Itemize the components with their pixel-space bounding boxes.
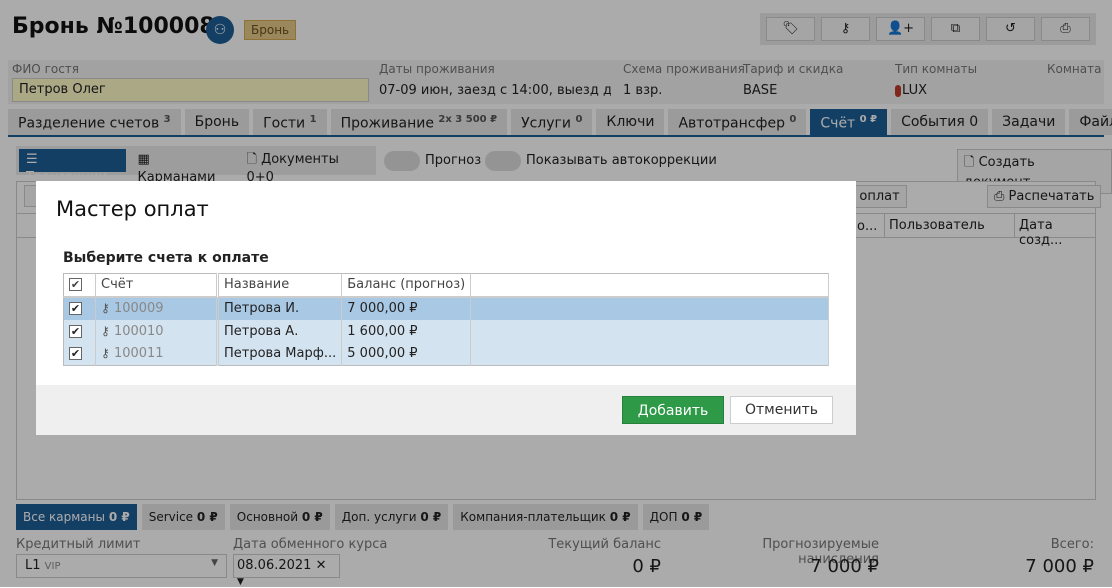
- dialog-title: Мастер оплат: [56, 197, 209, 221]
- cancel-button[interactable]: Отменить: [730, 396, 833, 424]
- add-button[interactable]: Добавить: [622, 396, 724, 424]
- payment-master-dialog: Мастер оплат Выберите счета к оплате ✔ С…: [36, 181, 856, 435]
- accounts-table: ✔ Счёт Название Баланс (прогноз) ✔ ⚷ 100…: [63, 273, 829, 366]
- table-row[interactable]: ✔ ⚷ 100011 Петрова Марф... 5 000,00 ₽: [63, 342, 829, 366]
- row-checkbox[interactable]: ✔: [69, 324, 82, 338]
- table-row[interactable]: ✔ ⚷ 100009 Петрова И. 7 000,00 ₽: [63, 296, 829, 320]
- table-row[interactable]: ✔ ⚷ 100010 Петрова А. 1 600,00 ₽: [63, 319, 829, 343]
- key-icon: ⚷: [101, 323, 110, 338]
- select-all-checkbox[interactable]: ✔: [69, 278, 82, 292]
- dialog-subtitle: Выберите счета к оплате: [63, 250, 269, 266]
- key-icon: ⚷: [101, 301, 110, 315]
- col-account[interactable]: Счёт: [95, 273, 219, 298]
- row-checkbox[interactable]: ✔: [69, 302, 82, 315]
- row-checkbox[interactable]: ✔: [69, 347, 82, 361]
- col-balance[interactable]: Баланс (прогноз): [341, 273, 472, 298]
- col-name[interactable]: Название: [217, 273, 343, 298]
- key-icon: ⚷: [101, 346, 110, 361]
